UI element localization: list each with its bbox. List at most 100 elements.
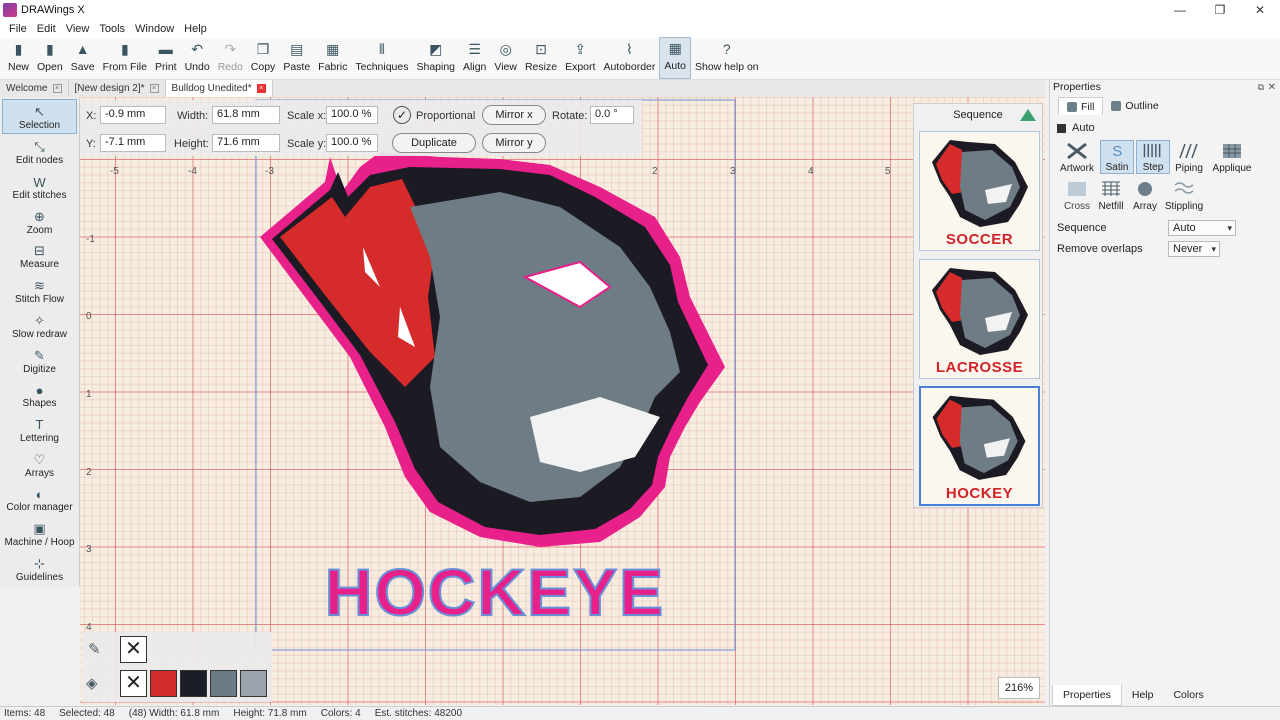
width-input[interactable]: 61.8 mm	[212, 106, 280, 124]
resize-button[interactable]: ⊡ Resize	[521, 37, 561, 79]
paste-button[interactable]: ▤ Paste	[279, 37, 314, 79]
pin-icon[interactable]: ⧉	[1258, 80, 1264, 95]
mirror-x-button[interactable]: Mirror x	[482, 105, 546, 125]
tab-fill[interactable]: Fill	[1058, 97, 1104, 115]
new-button[interactable]: ▮ New	[4, 37, 33, 79]
height-input[interactable]: 71.6 mm	[212, 134, 280, 152]
tab-welcome[interactable]: Welcome ×	[0, 80, 69, 97]
from-file-button[interactable]: ▮ From File	[99, 37, 151, 79]
tool-zoom[interactable]: ⊕ Zoom	[0, 203, 79, 238]
menu-file[interactable]: File	[4, 23, 32, 35]
align-button[interactable]: ☰ Align	[459, 37, 490, 79]
fill-type-array[interactable]: Array	[1128, 178, 1162, 212]
y-input[interactable]: -7.1 mm	[100, 134, 166, 152]
auto-checkbox[interactable]	[1057, 123, 1066, 133]
show-help-button[interactable]: ? Show help on	[691, 37, 763, 79]
fill-type-step[interactable]: Step	[1136, 140, 1170, 174]
tool-slow-redraw[interactable]: ✧ Slow redraw	[0, 307, 79, 342]
save-button[interactable]: ▲ Save	[67, 37, 99, 79]
tool-measure[interactable]: ⊟ Measure	[0, 238, 79, 273]
tab-help[interactable]: Help	[1122, 685, 1164, 705]
tab-colors[interactable]: Colors	[1163, 685, 1213, 705]
tab-properties[interactable]: Properties	[1052, 684, 1122, 706]
tool-selection[interactable]: ↖ Selection	[2, 99, 77, 134]
fill-type-cross[interactable]: Cross	[1060, 178, 1094, 212]
tool-color-manager[interactable]: ◐ Color manager	[0, 481, 79, 516]
techniques-button[interactable]: ⫴ Techniques	[351, 37, 412, 79]
scaley-input[interactable]: 100.0 %	[326, 134, 378, 152]
color-swatch[interactable]	[150, 670, 177, 697]
pen-icon[interactable]: ✎	[88, 640, 101, 658]
fill-bucket-icon[interactable]: ◈	[86, 674, 98, 692]
autoborder-button[interactable]: ⌇ Autoborder	[599, 37, 659, 79]
sequence-item-hockey[interactable]: HOCKEY	[919, 386, 1040, 506]
remove-overlaps-label: Remove overlaps	[1057, 243, 1143, 255]
fill-type-satin[interactable]: S Satin	[1100, 140, 1134, 174]
tool-label: Guidelines	[15, 571, 64, 583]
export-button[interactable]: ⇪ Export	[561, 37, 599, 79]
new-label: New	[8, 61, 30, 73]
tool-lettering[interactable]: T Lettering	[0, 411, 79, 446]
duplicate-button[interactable]: Duplicate	[392, 133, 476, 153]
auto-button[interactable]: ▦ Auto	[659, 37, 691, 79]
remove-overlaps-select[interactable]: Never	[1168, 241, 1220, 257]
color-swatch[interactable]	[240, 670, 267, 697]
sequence-item-soccer[interactable]: SOCCER	[919, 131, 1040, 251]
zoom-level[interactable]: 216%	[998, 677, 1040, 699]
color-swatch[interactable]	[180, 670, 207, 697]
mirror-y-button[interactable]: Mirror y	[482, 133, 546, 153]
move-up-arrow-icon[interactable]	[1020, 109, 1036, 121]
auto-checkbox-row[interactable]: Auto	[1057, 122, 1095, 134]
fill-type-applique[interactable]: Applique	[1210, 140, 1254, 174]
tool-arrays[interactable]: ♡ Arrays	[0, 446, 79, 481]
menu-help[interactable]: Help	[179, 23, 212, 35]
menu-window[interactable]: Window	[130, 23, 179, 35]
sequence-caption: HOCKEY	[945, 485, 1014, 502]
tab-bulldog-unedited[interactable]: Bulldog Unedited* ×	[165, 80, 273, 97]
shaping-button[interactable]: ◩ Shaping	[412, 37, 459, 79]
no-fill-color-swatch[interactable]: ✕	[120, 670, 147, 697]
tool-edit-stitches[interactable]: W Edit stitches	[0, 168, 79, 203]
copy-button[interactable]: ❐ Copy	[247, 37, 280, 79]
design-lettering[interactable]: HOCKEYE	[324, 554, 665, 630]
close-icon[interactable]: ×	[256, 84, 266, 93]
sequence-select[interactable]: Auto	[1168, 220, 1236, 236]
tab-outline[interactable]: Outline	[1103, 97, 1166, 115]
maximize-button[interactable]: ❐	[1200, 0, 1240, 20]
open-button[interactable]: ▮ Open	[33, 37, 67, 79]
tool-stitch-flow[interactable]: ≋ Stitch Flow	[0, 272, 79, 307]
status-items: Items: 48	[4, 708, 46, 719]
fill-type-artwork[interactable]: Artwork	[1060, 140, 1094, 174]
tool-edit-nodes[interactable]: ⤡ Edit nodes	[0, 134, 79, 169]
tab-new-design-2[interactable]: [New design 2]* ×	[69, 80, 166, 97]
sequence-item-lacrosse[interactable]: LACROSSE	[919, 259, 1040, 379]
close-icon[interactable]: ×	[52, 84, 62, 93]
fill-type-netfill[interactable]: Netfill	[1094, 178, 1128, 212]
menu-tools[interactable]: Tools	[94, 23, 130, 35]
tool-shapes[interactable]: ● Shapes	[0, 377, 79, 412]
redo-button[interactable]: ↷ Redo	[214, 37, 247, 79]
minimize-button[interactable]: —	[1160, 0, 1200, 20]
fill-type-piping[interactable]: Piping	[1172, 140, 1206, 174]
tool-digitize[interactable]: ✎ Digitize	[0, 342, 79, 377]
menu-view[interactable]: View	[61, 23, 95, 35]
no-outline-color-swatch[interactable]: ✕	[120, 636, 147, 663]
undo-button[interactable]: ↶ Undo	[181, 37, 214, 79]
tool-guidelines[interactable]: ⊹ Guidelines	[0, 550, 79, 585]
color-swatch[interactable]	[210, 670, 237, 697]
proportional-checkbox[interactable]: ✓	[393, 106, 411, 124]
close-window-button[interactable]: ✕	[1240, 0, 1280, 20]
tool-machine-hoop[interactable]: ▣ Machine / Hoop	[0, 515, 79, 550]
scalex-input[interactable]: 100.0 %	[326, 106, 378, 124]
design-canvas[interactable]: -5 -4 -3 1 2 3 4 5 -1 0 1 2 3 4	[80, 97, 1045, 705]
x-input[interactable]: -0.9 mm	[100, 106, 166, 124]
print-button[interactable]: ▬ Print	[151, 37, 181, 79]
fill-type-stippling[interactable]: Stippling	[1162, 178, 1206, 212]
close-icon[interactable]: ✕	[1268, 80, 1276, 95]
view-button[interactable]: ◎ View	[490, 37, 521, 79]
menu-edit[interactable]: Edit	[32, 23, 61, 35]
fabric-button[interactable]: ▦ Fabric	[314, 37, 351, 79]
rotate-input[interactable]: 0.0 °	[590, 106, 634, 124]
close-icon[interactable]: ×	[149, 84, 159, 93]
tool-label: Edit stitches	[12, 190, 67, 202]
